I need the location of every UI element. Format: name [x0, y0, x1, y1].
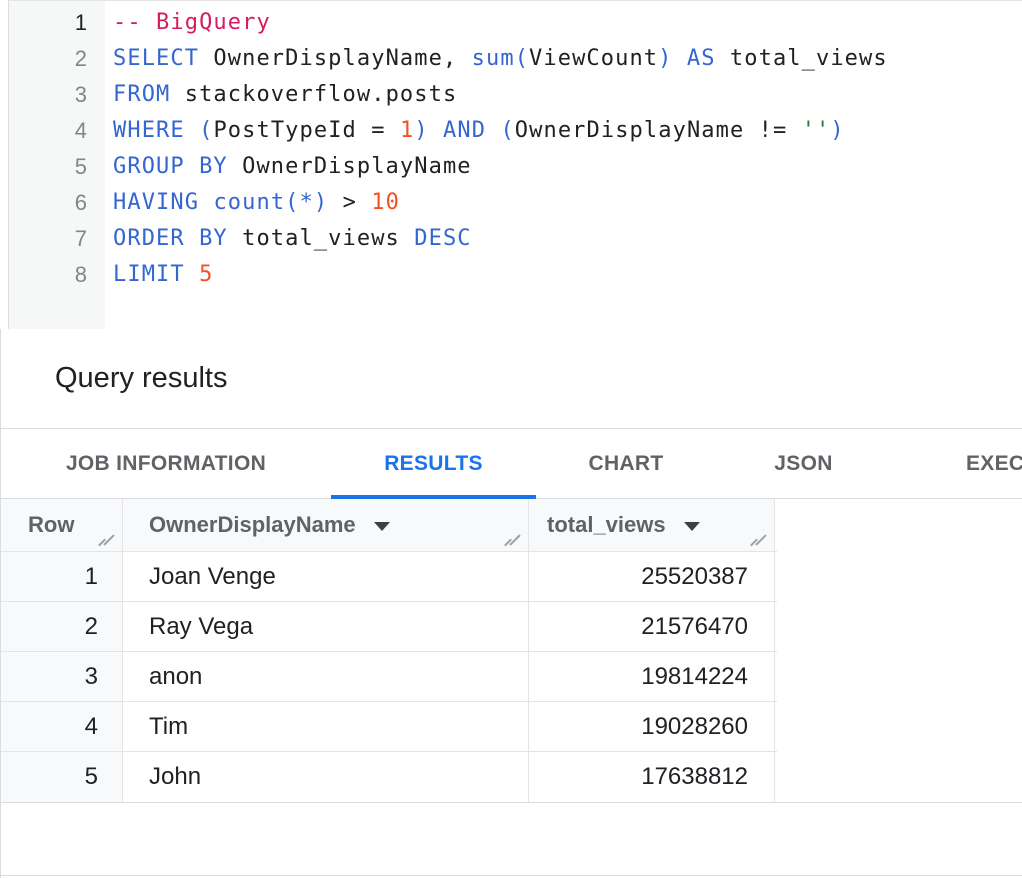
column-resize-icon[interactable]	[751, 533, 766, 547]
line-number: 7	[9, 221, 87, 257]
code-line[interactable]: WHERE (PostTypeId = 1) AND (OwnerDisplay…	[113, 113, 1022, 149]
sort-dropdown-icon[interactable]	[684, 522, 700, 531]
code-line[interactable]: SELECT OwnerDisplayName, sum(ViewCount) …	[113, 41, 1022, 77]
table-row[interactable]: 5John17638812	[1, 752, 777, 802]
tab-label: CHART	[589, 452, 664, 476]
line-number: 3	[9, 77, 87, 113]
owner-display-name-cell: John	[123, 752, 529, 802]
tab-label: JSON	[774, 452, 832, 476]
tab-results[interactable]: RESULTS	[331, 429, 536, 498]
total-views-cell: 19028260	[529, 702, 775, 751]
tab-chart[interactable]: CHART	[536, 429, 716, 498]
column-header-ownerdisplayname[interactable]: OwnerDisplayName	[123, 499, 529, 551]
line-number: 4	[9, 113, 87, 149]
owner-display-name-cell: Tim	[123, 702, 529, 751]
column-resize-icon[interactable]	[99, 533, 114, 547]
total-views-cell: 17638812	[529, 752, 775, 802]
tab-label: JOB INFORMATION	[66, 452, 266, 476]
owner-display-name-cell: Joan Venge	[123, 552, 529, 601]
line-number: 1	[9, 5, 87, 41]
code-line[interactable]: -- BigQuery	[113, 5, 1022, 41]
bottom-space	[1, 803, 1022, 876]
line-number: 6	[9, 185, 87, 221]
table-row[interactable]: 2Ray Vega21576470	[1, 602, 777, 652]
code-line[interactable]: LIMIT 5	[113, 257, 1022, 293]
tab-bar: JOB INFORMATION RESULTS CHART JSON EXECUTI	[1, 429, 1022, 499]
row-number-cell: 3	[1, 652, 123, 701]
code-line[interactable]: FROM stackoverflow.posts	[113, 77, 1022, 113]
tab-executi[interactable]: EXECUTI	[891, 429, 1022, 498]
table-body: 1Joan Venge255203872Ray Vega215764703ano…	[1, 552, 1022, 802]
column-label: OwnerDisplayName	[149, 512, 356, 538]
results-table: Row OwnerDisplayName total_views 1Joan V…	[1, 499, 1022, 803]
tab-label: EXECUTI	[966, 452, 1022, 476]
results-header: Query results	[1, 329, 1022, 429]
tab-label: RESULTS	[384, 452, 483, 476]
line-number: 2	[9, 41, 87, 77]
row-number-cell: 4	[1, 702, 123, 751]
tab-job-information[interactable]: JOB INFORMATION	[1, 429, 331, 498]
total-views-cell: 25520387	[529, 552, 775, 601]
column-label: total_views	[547, 512, 666, 538]
column-resize-icon[interactable]	[505, 533, 520, 547]
row-number-cell: 2	[1, 602, 123, 651]
total-views-cell: 19814224	[529, 652, 775, 701]
code-line[interactable]: GROUP BY OwnerDisplayName	[113, 149, 1022, 185]
code-line[interactable]: HAVING count(*) > 10	[113, 185, 1022, 221]
editor-code[interactable]: -- BigQuerySELECT OwnerDisplayName, sum(…	[105, 1, 1022, 329]
total-views-cell: 21576470	[529, 602, 775, 651]
row-number-cell: 5	[1, 752, 123, 802]
query-results-panel: Query results JOB INFORMATION RESULTS CHAR…	[0, 329, 1022, 878]
table-row[interactable]: 4Tim19028260	[1, 702, 777, 752]
owner-display-name-cell: Ray Vega	[123, 602, 529, 651]
table-row[interactable]: 3anon19814224	[1, 652, 777, 702]
sort-dropdown-icon[interactable]	[374, 522, 390, 531]
table-header: Row OwnerDisplayName total_views	[1, 499, 777, 552]
sql-editor[interactable]: 12345678 -- BigQuerySELECT OwnerDisplayN…	[8, 0, 1022, 329]
line-number: 8	[9, 257, 87, 293]
tab-json[interactable]: JSON	[716, 429, 891, 498]
owner-display-name-cell: anon	[123, 652, 529, 701]
code-line[interactable]: ORDER BY total_views DESC	[113, 221, 1022, 257]
column-header-row[interactable]: Row	[1, 499, 123, 551]
line-number: 5	[9, 149, 87, 185]
row-number-cell: 1	[1, 552, 123, 601]
editor-gutter: 12345678	[9, 1, 105, 329]
column-label: Row	[28, 512, 74, 538]
results-title: Query results	[55, 362, 227, 395]
table-row[interactable]: 1Joan Venge25520387	[1, 552, 777, 602]
column-header-total-views[interactable]: total_views	[529, 499, 775, 551]
